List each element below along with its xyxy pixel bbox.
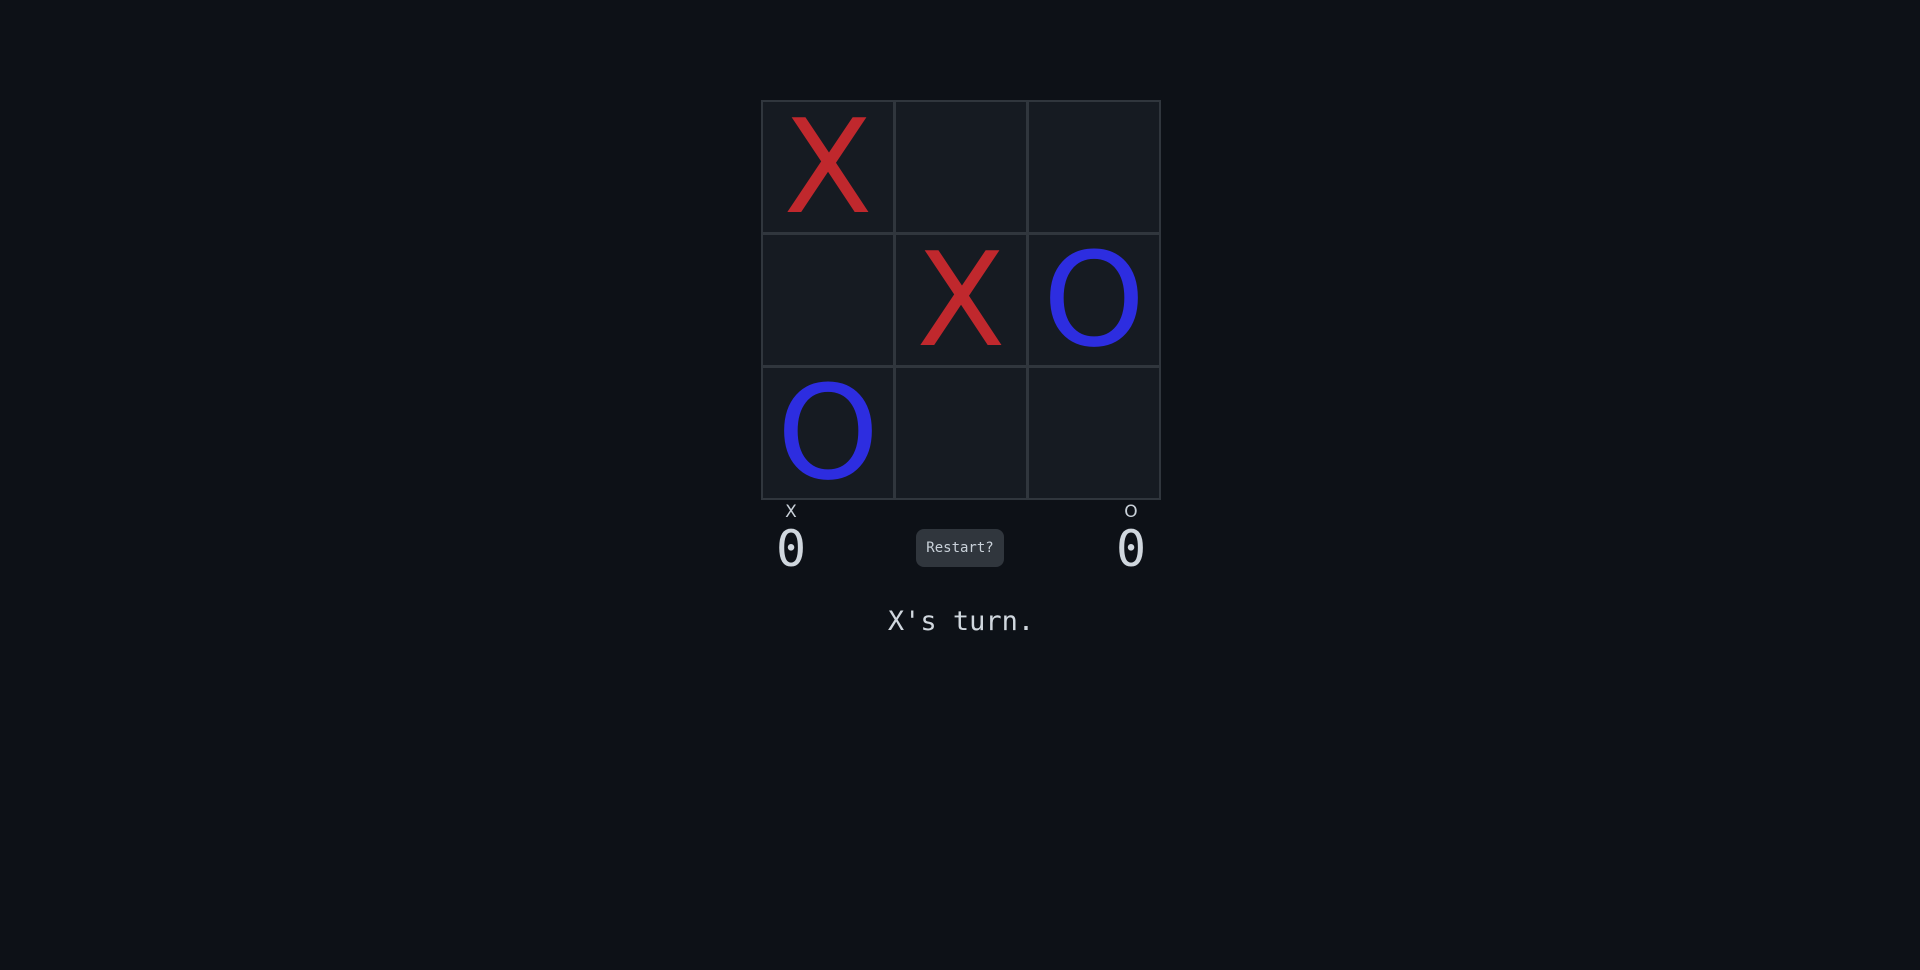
board-cell-7[interactable]: O	[763, 368, 893, 498]
board-cell-6[interactable]: O	[1029, 235, 1159, 365]
scoreboard: X 0 Restart? O 0	[761, 500, 1161, 580]
player-o-score: O 0	[1101, 500, 1161, 576]
board-cell-5[interactable]: X	[896, 235, 1026, 365]
tic-tac-toe-app: X X O O X 0 Restart? O 0 X's turn.	[0, 0, 1920, 970]
board-cell-1[interactable]: X	[763, 102, 893, 232]
turn-status: X's turn.	[887, 606, 1035, 637]
player-o-score-value: 0	[1115, 520, 1147, 578]
player-x-score: X 0	[761, 500, 821, 576]
board-cell-3[interactable]	[1029, 102, 1159, 232]
player-x-score-value: 0	[775, 520, 807, 578]
board-cell-2[interactable]	[896, 102, 1026, 232]
player-x-label: X	[785, 502, 797, 522]
restart-button[interactable]: Restart?	[916, 529, 1004, 567]
game-board: X X O O	[761, 100, 1161, 500]
board-cell-9[interactable]	[1029, 368, 1159, 498]
board-cell-8[interactable]	[896, 368, 1026, 498]
board-cell-4[interactable]	[763, 235, 893, 365]
player-o-label: O	[1124, 502, 1138, 522]
